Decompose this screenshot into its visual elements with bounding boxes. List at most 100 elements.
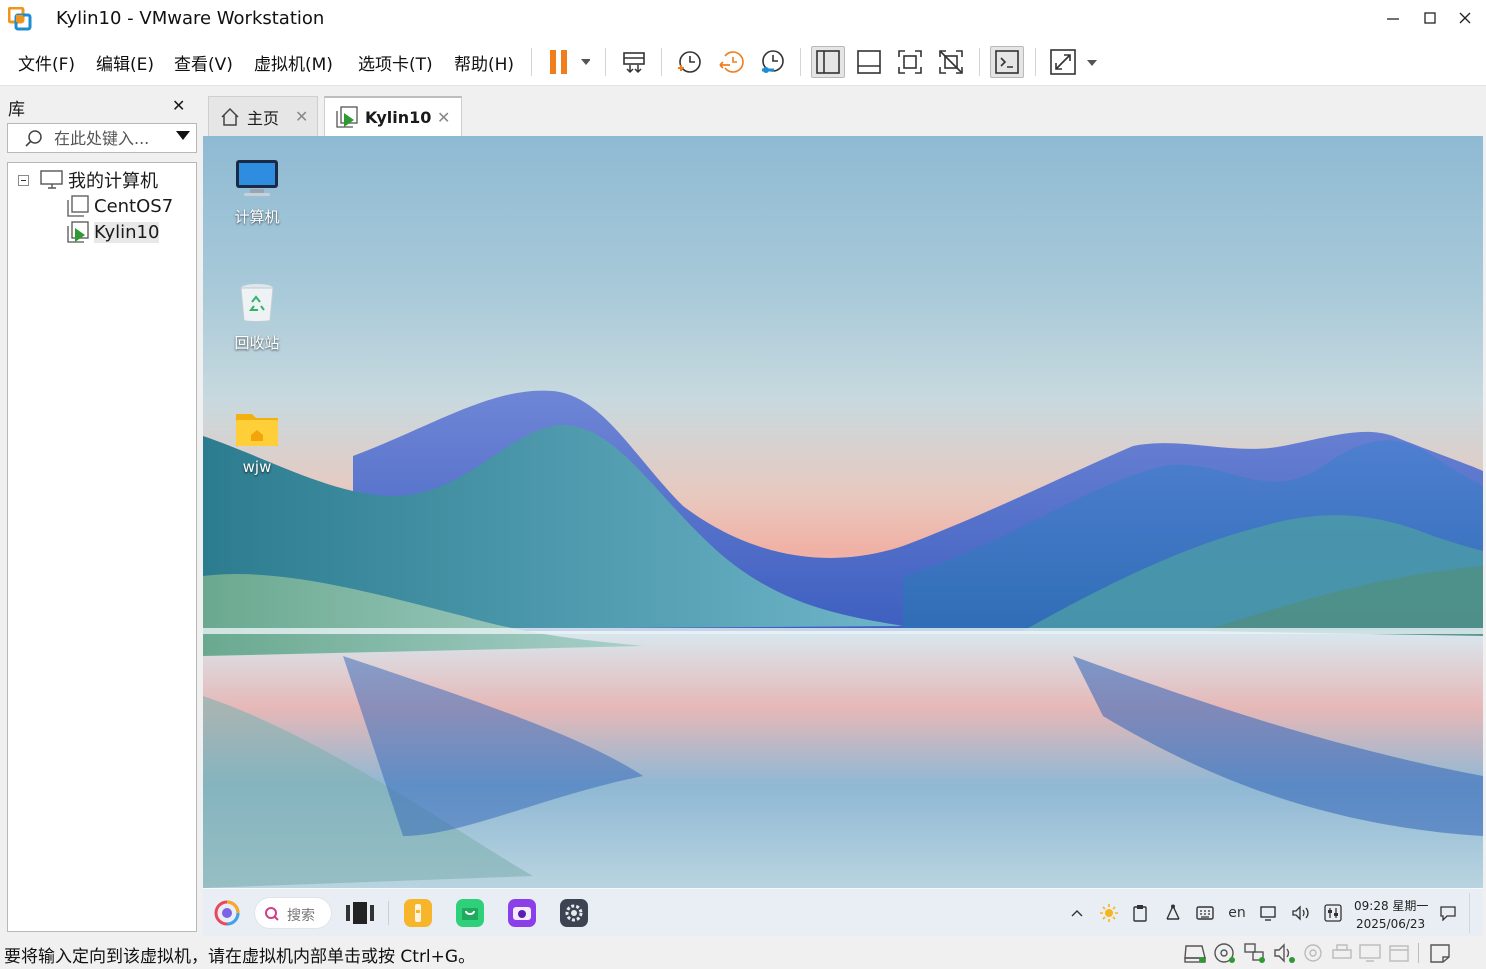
snapshot-manager-button[interactable] (755, 46, 789, 78)
unity-button[interactable] (934, 46, 968, 78)
full-screen-button[interactable] (893, 46, 927, 78)
start-menu-button[interactable] (213, 899, 241, 927)
toolbar-separator (605, 48, 606, 76)
tree-label: Kylin10 (94, 221, 160, 243)
taskbar-app-screenshot[interactable] (508, 899, 536, 927)
toolbar-separator (979, 48, 980, 76)
tree-collapse-toggle[interactable] (18, 175, 29, 186)
volume-icon (1292, 905, 1309, 921)
tab-kylin10[interactable]: Kylin10 ✕ (324, 96, 462, 136)
input-language-label: en (1228, 905, 1246, 921)
menu-file[interactable]: 文件(F) (18, 50, 75, 75)
usb-device-icon[interactable] (1301, 942, 1325, 964)
menu-vm[interactable]: 虚拟机(M) (254, 50, 333, 75)
send-ctrl-alt-del-button[interactable] (617, 46, 651, 78)
clock-time[interactable]: 09:28 星期一 (1354, 897, 1428, 914)
cd-dvd-icon[interactable] (1213, 942, 1237, 964)
printer-icon[interactable] (1330, 942, 1354, 964)
guest-taskbar: 搜索 en 09:28 星期一 2025/06/23 (203, 888, 1483, 936)
menu-tabs[interactable]: 选项卡(T) (358, 50, 433, 75)
tree-item-my-computer[interactable]: 我的计算机 (40, 168, 158, 192)
tab-close-icon[interactable]: ✕ (437, 108, 450, 127)
sun-icon (1100, 904, 1118, 922)
minimize-icon (1387, 18, 1399, 20)
menu-help[interactable]: 帮助(H) (454, 50, 514, 75)
window-title: Kylin10 - VMware Workstation (56, 8, 325, 29)
take-snapshot-icon (678, 51, 701, 73)
tray-expand-button[interactable] (1067, 903, 1087, 923)
maximize-button[interactable] (1413, 4, 1447, 32)
revert-snapshot-button[interactable] (714, 46, 748, 78)
start-menu-icon (214, 900, 240, 926)
chevron-down-icon[interactable] (176, 131, 190, 140)
console-view-icon (995, 50, 1019, 74)
thumbnail-bar-button[interactable] (852, 46, 886, 78)
toolbar-separator (1035, 48, 1036, 76)
stretch-guest-button[interactable] (1046, 46, 1100, 78)
taskbar-search-label: 搜索 (287, 908, 315, 924)
menu-edit[interactable]: 编辑(E) (96, 50, 154, 75)
tray-keyboard-button[interactable] (1195, 903, 1215, 923)
status-separator (1418, 943, 1419, 963)
tray-network-button[interactable] (1163, 903, 1183, 923)
taskbar-app-file-manager[interactable] (404, 899, 432, 927)
library-title: 库 (8, 100, 25, 120)
thumbnail-bar-icon (857, 50, 881, 74)
minimize-button[interactable] (1376, 4, 1410, 32)
settings-icon (565, 904, 583, 922)
tab-label: 主页 (247, 108, 280, 128)
library-pane: 库 ✕ 我的计算机 CentOS7 (0, 86, 202, 937)
taskbar-search[interactable]: 搜索 (255, 898, 331, 928)
tree-item-vm-selected[interactable]: Kylin10 (66, 220, 160, 244)
tray-language-button[interactable]: en (1227, 903, 1247, 923)
tray-brightness-button[interactable] (1099, 903, 1119, 923)
home-icon (221, 107, 239, 126)
display-icon[interactable] (1358, 942, 1382, 964)
maximize-icon (1424, 12, 1436, 24)
status-message: 要将输入定向到该虚拟机，请在虚拟机内部单击或按 Ctrl+G。 (4, 947, 476, 967)
tab-home[interactable]: 主页 ✕ (208, 96, 318, 136)
multitask-view-button[interactable] (346, 899, 374, 927)
tree-item-vm[interactable]: CentOS7 (66, 194, 173, 218)
taskbar-app-settings[interactable] (560, 899, 588, 927)
tray-notifications-button[interactable] (1438, 903, 1458, 923)
tray-clipboard-button[interactable] (1130, 903, 1150, 923)
tray-display-button[interactable] (1259, 903, 1279, 923)
shared-folder-icon[interactable] (1387, 942, 1411, 964)
desktop-icon-home-folder[interactable]: wjw (217, 408, 297, 476)
library-search-input[interactable] (54, 127, 170, 149)
menu-view[interactable]: 查看(V) (174, 50, 233, 75)
notification-icon (1440, 906, 1456, 921)
tree-label: 我的计算机 (68, 171, 158, 192)
library-close-button[interactable]: ✕ (172, 96, 185, 115)
console-view-button[interactable] (990, 46, 1024, 78)
desktop-icon-trash[interactable]: 回收站 (217, 282, 297, 353)
close-button[interactable] (1448, 4, 1482, 32)
taskbar-app-software-store[interactable] (456, 899, 484, 927)
desktop-icon-computer[interactable]: 计算机 (217, 158, 297, 227)
keyboard-icon (1196, 906, 1214, 920)
library-search-box (7, 123, 197, 153)
multitask-view-icon (346, 902, 374, 924)
tab-label: Kylin10 (365, 107, 432, 127)
send-ctrl-alt-del-icon (623, 52, 645, 74)
show-desktop-divider (1469, 893, 1470, 933)
tray-sidebar-button[interactable] (1323, 903, 1343, 923)
desktop-icon-label: 计算机 (234, 208, 280, 226)
tray-volume-button[interactable] (1291, 903, 1311, 923)
vm-display[interactable]: 计算机 回收站 wjw 搜索 en 09:28 星期一 2025/06/23 (203, 136, 1483, 936)
take-snapshot-button[interactable] (672, 46, 706, 78)
network-icon (1166, 904, 1180, 920)
show-library-button[interactable] (811, 46, 845, 78)
computer-icon (40, 170, 63, 189)
desktop-icon-label: 回收站 (234, 334, 280, 352)
hard-disk-icon[interactable] (1183, 942, 1207, 964)
tab-close-icon[interactable]: ✕ (295, 107, 308, 126)
network-adapter-icon[interactable] (1243, 942, 1267, 964)
sound-card-icon[interactable] (1273, 942, 1297, 964)
show-library-icon (816, 50, 840, 74)
pause-button[interactable] (542, 46, 592, 78)
clock-date[interactable]: 2025/06/23 (1356, 917, 1425, 931)
message-log-icon[interactable] (1428, 942, 1452, 964)
tree-label: CentOS7 (94, 195, 174, 217)
